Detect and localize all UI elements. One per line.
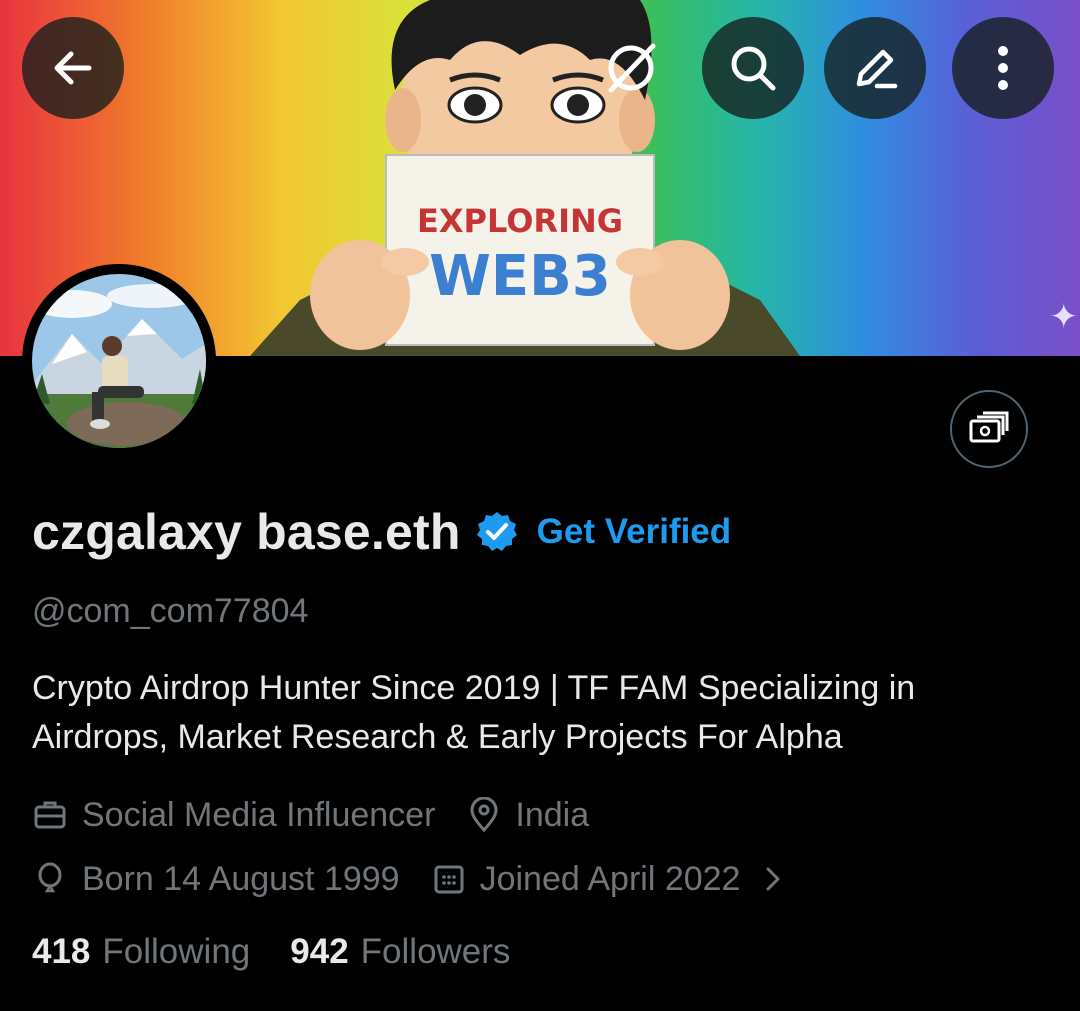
following-label: Following bbox=[102, 932, 251, 971]
followers-count: 942 bbox=[290, 932, 349, 971]
followers-label: Followers bbox=[360, 932, 511, 971]
birthday-item: Born 14 August 1999 bbox=[32, 860, 400, 899]
calendar-icon bbox=[434, 865, 464, 894]
profile-avatar[interactable] bbox=[22, 264, 216, 458]
briefcase-icon bbox=[34, 801, 66, 829]
tips-button[interactable] bbox=[950, 390, 1028, 468]
search-button[interactable] bbox=[702, 17, 804, 119]
back-button[interactable] bbox=[22, 17, 124, 119]
following-count: 418 bbox=[32, 932, 91, 971]
user-handle: @com_com77804 bbox=[32, 592, 309, 630]
sign-line-1: EXPLORING bbox=[417, 202, 623, 240]
edit-icon bbox=[856, 49, 898, 89]
following-link[interactable]: 418 Following bbox=[32, 932, 250, 972]
grok-button[interactable] bbox=[580, 17, 682, 119]
joined-item[interactable]: Joined April 2022 bbox=[432, 860, 803, 899]
birthday-text: Born 14 August 1999 bbox=[82, 859, 400, 898]
location-text: India bbox=[515, 795, 590, 834]
sign-line-2: WEB3 bbox=[429, 244, 611, 309]
location-pin-icon bbox=[470, 797, 498, 833]
profession-item: Social Media Influencer bbox=[32, 796, 435, 835]
profile-bio: Crypto Airdrop Hunter Since 2019 | TF FA… bbox=[32, 669, 916, 756]
followers-link[interactable]: 942 Followers bbox=[290, 932, 510, 972]
verified-badge-icon[interactable] bbox=[475, 510, 519, 554]
back-arrow-icon bbox=[54, 51, 92, 85]
sparkle-icon: ✦ bbox=[1049, 298, 1079, 336]
joined-text[interactable]: Joined April 2022 bbox=[480, 860, 741, 899]
balloon-icon bbox=[38, 862, 62, 893]
chevron-right-icon[interactable] bbox=[758, 862, 788, 896]
edit-button[interactable] bbox=[824, 17, 926, 119]
more-options-button[interactable] bbox=[952, 17, 1054, 119]
search-icon bbox=[731, 46, 776, 91]
more-vertical-icon bbox=[998, 46, 1008, 90]
money-icon bbox=[969, 411, 1009, 443]
display-name: czgalaxy base.eth bbox=[32, 504, 461, 560]
grok-icon bbox=[608, 43, 656, 93]
location-item: India bbox=[467, 796, 589, 835]
avatar-image bbox=[32, 274, 206, 448]
profession-text: Social Media Influencer bbox=[82, 795, 436, 834]
get-verified-link[interactable]: Get Verified bbox=[537, 512, 732, 552]
